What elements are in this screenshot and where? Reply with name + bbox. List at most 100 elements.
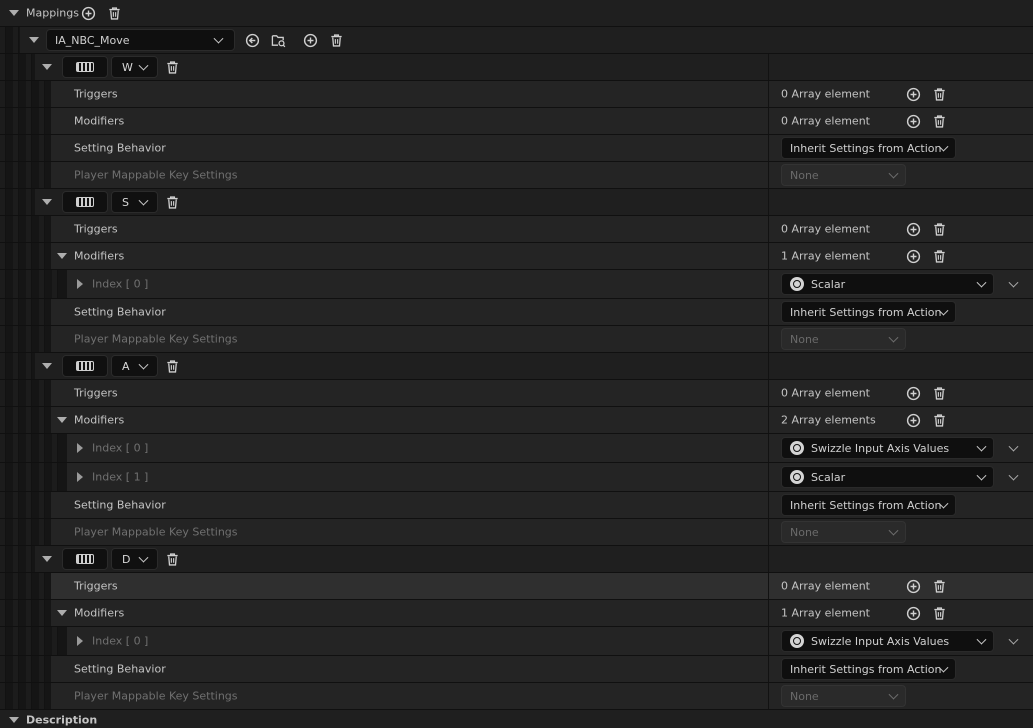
player-mappable-dropdown[interactable]: None (781, 328, 906, 350)
add-key-mapping-button[interactable] (302, 32, 318, 48)
clear-modifiers-button[interactable] (931, 605, 947, 621)
column-divider[interactable] (768, 54, 769, 80)
key-dropdown[interactable]: A (111, 355, 158, 377)
row-content (51, 600, 1033, 626)
key-expand-icon[interactable] (42, 363, 52, 369)
add-trigger-button[interactable] (905, 385, 921, 401)
modifier-index-label: Index [ 0 ] (92, 634, 149, 648)
browse-asset-button[interactable] (270, 32, 286, 48)
player-mappable-dropdown[interactable]: None (781, 164, 906, 186)
key-dropdown[interactable]: W (111, 56, 158, 78)
action-expand-icon[interactable] (29, 37, 39, 43)
indent-rail (52, 627, 58, 655)
column-divider[interactable] (768, 573, 769, 599)
key-dropdown[interactable]: S (111, 191, 158, 213)
column-divider[interactable] (768, 656, 769, 682)
column-divider[interactable] (768, 380, 769, 406)
indent-rail (39, 627, 45, 655)
player-mappable-dropdown-value: None (790, 525, 819, 539)
column-divider[interactable] (768, 243, 769, 269)
indent-rail (26, 162, 32, 188)
index-expand-icon[interactable] (77, 443, 83, 453)
delete-key-mapping-button[interactable] (164, 59, 180, 75)
add-trigger-button[interactable] (905, 578, 921, 594)
add-modifier-button[interactable] (905, 605, 921, 621)
column-divider[interactable] (768, 162, 769, 188)
key-expand-icon[interactable] (42, 199, 52, 205)
add-mapping-button[interactable] (80, 5, 96, 21)
setting-behavior-dropdown[interactable]: Inherit Settings from Action (781, 137, 956, 159)
input-action-dropdown[interactable]: IA_NBC_Move (46, 29, 235, 51)
add-trigger-button[interactable] (905, 86, 921, 102)
key-expand-icon[interactable] (42, 64, 52, 70)
modifier-class-dropdown[interactable]: Swizzle Input Axis Values (781, 437, 994, 459)
column-divider[interactable] (768, 463, 769, 491)
column-divider[interactable] (768, 326, 769, 352)
column-divider[interactable] (768, 600, 769, 626)
column-divider[interactable] (768, 434, 769, 462)
keyboard-key-select-button[interactable] (62, 191, 108, 213)
column-divider[interactable] (768, 519, 769, 545)
clear-triggers-button[interactable] (931, 86, 947, 102)
modifier-class-dropdown[interactable]: Scalar (781, 466, 994, 488)
keyboard-icon (76, 62, 94, 72)
player-mappable-dropdown[interactable]: None (781, 685, 906, 707)
column-divider[interactable] (768, 299, 769, 325)
keyboard-key-select-button[interactable] (62, 548, 108, 570)
column-divider[interactable] (768, 546, 769, 572)
column-divider[interactable] (768, 627, 769, 655)
use-selected-asset-button[interactable] (244, 32, 260, 48)
index-expand-icon[interactable] (77, 636, 83, 646)
delete-key-mapping-button[interactable] (164, 194, 180, 210)
setting-behavior-dropdown[interactable]: Inherit Settings from Action (781, 658, 956, 680)
modifiers-expand-icon[interactable] (57, 610, 67, 616)
add-modifier-button[interactable] (905, 113, 921, 129)
add-modifier-button[interactable] (905, 248, 921, 264)
indent-rail (26, 108, 32, 134)
column-divider[interactable] (768, 81, 769, 107)
triggers-count: 0 Array element (781, 87, 870, 101)
column-divider[interactable] (768, 108, 769, 134)
key-expand-icon[interactable] (42, 556, 52, 562)
modifiers-expand-icon[interactable] (57, 253, 67, 259)
column-divider[interactable] (768, 683, 769, 709)
setting-behavior-dropdown[interactable]: Inherit Settings from Action (781, 301, 956, 323)
setting-behavior-dropdown[interactable]: Inherit Settings from Action (781, 494, 956, 516)
clear-modifiers-button[interactable] (931, 113, 947, 129)
player-mappable-dropdown[interactable]: None (781, 521, 906, 543)
clear-triggers-button[interactable] (931, 385, 947, 401)
delete-key-mapping-button[interactable] (164, 358, 180, 374)
delete-action-mapping-button[interactable] (328, 32, 344, 48)
chevron-down-icon (138, 552, 149, 563)
index-expand-icon[interactable] (77, 472, 83, 482)
indent-rail (13, 27, 19, 53)
index-expand-icon[interactable] (77, 279, 83, 289)
clear-triggers-button[interactable] (931, 221, 947, 237)
column-divider[interactable] (768, 189, 769, 215)
setting-behavior-label: Setting Behavior (74, 305, 166, 319)
clear-triggers-button[interactable] (931, 578, 947, 594)
description-expand-icon[interactable] (9, 716, 19, 723)
key-dropdown[interactable]: D (111, 548, 158, 570)
delete-all-mappings-button[interactable] (106, 5, 122, 21)
keyboard-key-select-button[interactable] (62, 355, 108, 377)
column-divider[interactable] (768, 353, 769, 379)
column-divider[interactable] (768, 270, 769, 298)
column-divider[interactable] (768, 135, 769, 161)
modifier-class-dropdown[interactable]: Swizzle Input Axis Values (781, 630, 994, 652)
column-divider[interactable] (768, 216, 769, 242)
clear-modifiers-button[interactable] (931, 248, 947, 264)
mappings-expand-icon[interactable] (9, 10, 19, 16)
description-label: Description (26, 713, 98, 726)
modifier-class-dropdown[interactable]: Scalar (781, 273, 994, 295)
clear-modifiers-button[interactable] (931, 412, 947, 428)
column-divider[interactable] (768, 407, 769, 433)
keyboard-key-select-button[interactable] (62, 56, 108, 78)
add-modifier-button[interactable] (905, 412, 921, 428)
modifiers-expand-icon[interactable] (57, 417, 67, 423)
column-divider[interactable] (768, 492, 769, 518)
indent-rail (26, 546, 32, 572)
indent-rail (0, 463, 6, 491)
add-trigger-button[interactable] (905, 221, 921, 237)
delete-key-mapping-button[interactable] (164, 551, 180, 567)
